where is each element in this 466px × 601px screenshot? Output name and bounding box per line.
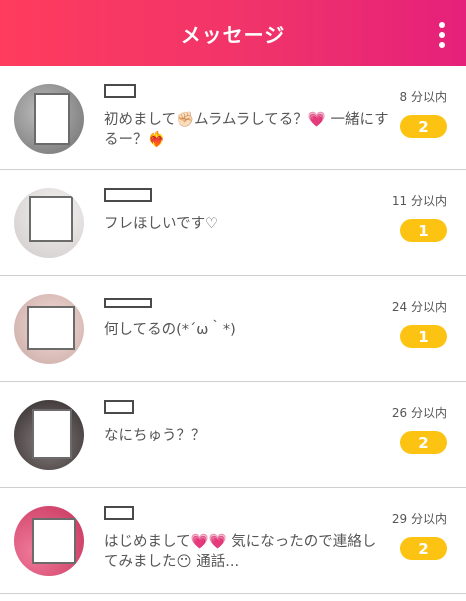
timestamp: 24 分以内	[391, 300, 447, 314]
message-preview: 何してるの(*´ω｀*)	[104, 322, 236, 338]
conversation-row[interactable]: はじめまして💗💗 気になったので連絡してみました😶 通話... 29 分以内 2	[0, 488, 466, 594]
timestamp: 8 分以内	[399, 90, 447, 104]
unread-badge: 2	[400, 115, 447, 138]
timestamp: 29 分以内	[391, 512, 447, 526]
conversation-row[interactable]: 初めまして✊🏻ムラムラしてる？💗 一緒にするー？❤️‍🔥 8 分以内 2	[0, 66, 466, 170]
timestamp: 11 分以内	[391, 194, 447, 208]
avatar-redaction	[34, 93, 70, 145]
avatar-redaction	[32, 518, 76, 564]
avatar[interactable]	[14, 294, 84, 364]
avatar[interactable]	[14, 506, 84, 576]
more-options-icon[interactable]	[436, 22, 448, 48]
sender-name-redacted	[104, 298, 152, 308]
menu-dot	[439, 42, 445, 48]
conversation-row[interactable]: なにちゅう？？ 26 分以内 2	[0, 382, 466, 488]
sender-name-redacted	[104, 84, 136, 98]
unread-badge: 2	[400, 537, 447, 560]
conversation-list: 初めまして✊🏻ムラムラしてる？💗 一緒にするー？❤️‍🔥 8 分以内 2 フレほ…	[0, 66, 466, 594]
sender-name-redacted	[104, 188, 152, 202]
sender-name-redacted	[104, 400, 134, 414]
avatar[interactable]	[14, 188, 84, 258]
unread-badge: 2	[400, 431, 447, 454]
message-preview: 初めまして✊🏻ムラムラしてる？💗 一緒にするー？❤️‍🔥	[104, 112, 389, 148]
page-title: メッセージ	[180, 22, 286, 47]
menu-dot	[439, 22, 445, 28]
message-preview: なにちゅう？？	[104, 428, 206, 444]
message-preview: はじめまして💗💗 気になったので連絡してみました😶 通話...	[104, 534, 377, 570]
unread-badge: 1	[400, 325, 447, 348]
timestamp: 26 分以内	[391, 406, 447, 420]
avatar[interactable]	[14, 400, 84, 470]
conversation-row[interactable]: フレほしいです♡ 11 分以内 1	[0, 170, 466, 276]
message-preview: フレほしいです♡	[104, 216, 219, 232]
menu-dot	[439, 32, 445, 38]
avatar-redaction	[32, 409, 72, 459]
unread-badge: 1	[400, 219, 447, 242]
conversation-row[interactable]: 何してるの(*´ω｀*) 24 分以内 1	[0, 276, 466, 382]
avatar[interactable]	[14, 84, 84, 154]
avatar-redaction	[29, 196, 73, 242]
app-header: メッセージ	[0, 0, 466, 66]
sender-name-redacted	[104, 506, 134, 520]
avatar-redaction	[27, 306, 75, 350]
